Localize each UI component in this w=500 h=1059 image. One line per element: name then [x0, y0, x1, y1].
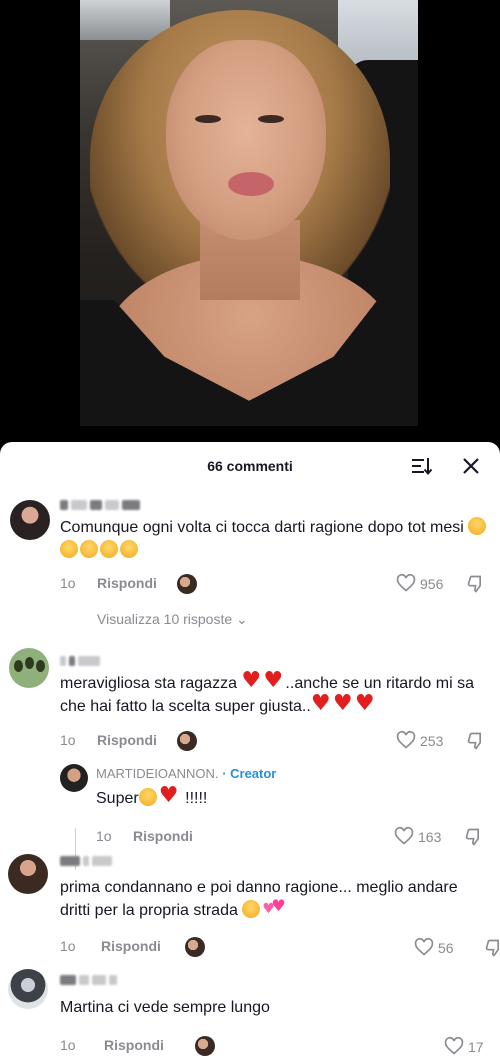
heart-outline-icon	[396, 573, 416, 592]
creator-liked-icon	[177, 731, 197, 751]
dislike-icon[interactable]	[466, 574, 486, 594]
like-count: 956	[420, 576, 444, 592]
username-redacted[interactable]	[60, 496, 143, 510]
emoji-icon	[138, 784, 181, 807]
view-replies-link[interactable]: Visualizza 10 risposte ⌄	[97, 611, 248, 628]
comment-text: Martina ci vede sempre lungo	[60, 999, 270, 1016]
comment-time: 1o	[60, 732, 76, 748]
avatar[interactable]	[10, 500, 50, 540]
sort-icon[interactable]	[411, 455, 433, 477]
like-count: 253	[420, 733, 444, 749]
comment-text: meravigliosa sta ragazza ..anche se un r…	[60, 669, 490, 718]
dislike-icon[interactable]	[466, 731, 486, 751]
reply-button[interactable]: Rispondi	[97, 732, 157, 748]
video-frame[interactable]	[80, 0, 418, 426]
comment-text: Super !!!!!	[96, 784, 476, 810]
creator-username[interactable]: MARTIDEIOANNON. · Creator	[96, 766, 276, 781]
username-redacted[interactable]	[60, 652, 103, 666]
comment-time: 1o	[96, 828, 112, 844]
creator-liked-icon	[185, 937, 205, 957]
comments-header: 66 commenti	[0, 442, 500, 490]
like-count: 163	[418, 829, 442, 845]
heart-outline-icon	[444, 1036, 464, 1055]
dislike-icon[interactable]	[484, 938, 500, 958]
red-heart-emoji-icon	[241, 669, 285, 692]
creator-liked-icon	[195, 1036, 215, 1056]
comments-sheet: 66 commenti Comunque ogni volta ci tocca…	[0, 442, 500, 1059]
avatar[interactable]	[9, 648, 49, 688]
avatar[interactable]	[8, 969, 48, 1009]
reply-button[interactable]: Rispondi	[101, 938, 161, 954]
username-redacted[interactable]	[60, 971, 120, 985]
comment-time: 1o	[60, 575, 76, 591]
comment-time: 1o	[60, 1037, 76, 1053]
reply-button[interactable]: Rispondi	[133, 828, 193, 844]
reply-button[interactable]: Rispondi	[97, 575, 157, 591]
heart-outline-icon	[396, 730, 416, 749]
dislike-icon[interactable]	[464, 827, 484, 847]
like-count: 17	[468, 1039, 484, 1055]
creator-badge: · Creator	[222, 766, 277, 781]
creator-avatar[interactable]	[60, 764, 88, 792]
comment-time: 1o	[60, 938, 76, 954]
username-redacted[interactable]	[60, 852, 115, 866]
like-count: 56	[438, 940, 454, 956]
red-heart-emoji-icon	[311, 692, 377, 715]
video-area[interactable]	[0, 0, 500, 442]
heart-outline-icon	[414, 937, 434, 956]
creator-liked-icon	[177, 574, 197, 594]
comment-text: prima condannano e poi danno ragione... …	[60, 876, 490, 922]
reply-button[interactable]: Rispondi	[104, 1037, 164, 1053]
heart-outline-icon	[394, 826, 414, 845]
close-icon[interactable]	[460, 455, 482, 477]
emoji-icon	[242, 894, 286, 921]
avatar[interactable]	[8, 854, 48, 894]
comment-text: Comunque ogni volta ci tocca darti ragio…	[60, 516, 490, 562]
chevron-down-icon: ⌄	[236, 611, 248, 627]
